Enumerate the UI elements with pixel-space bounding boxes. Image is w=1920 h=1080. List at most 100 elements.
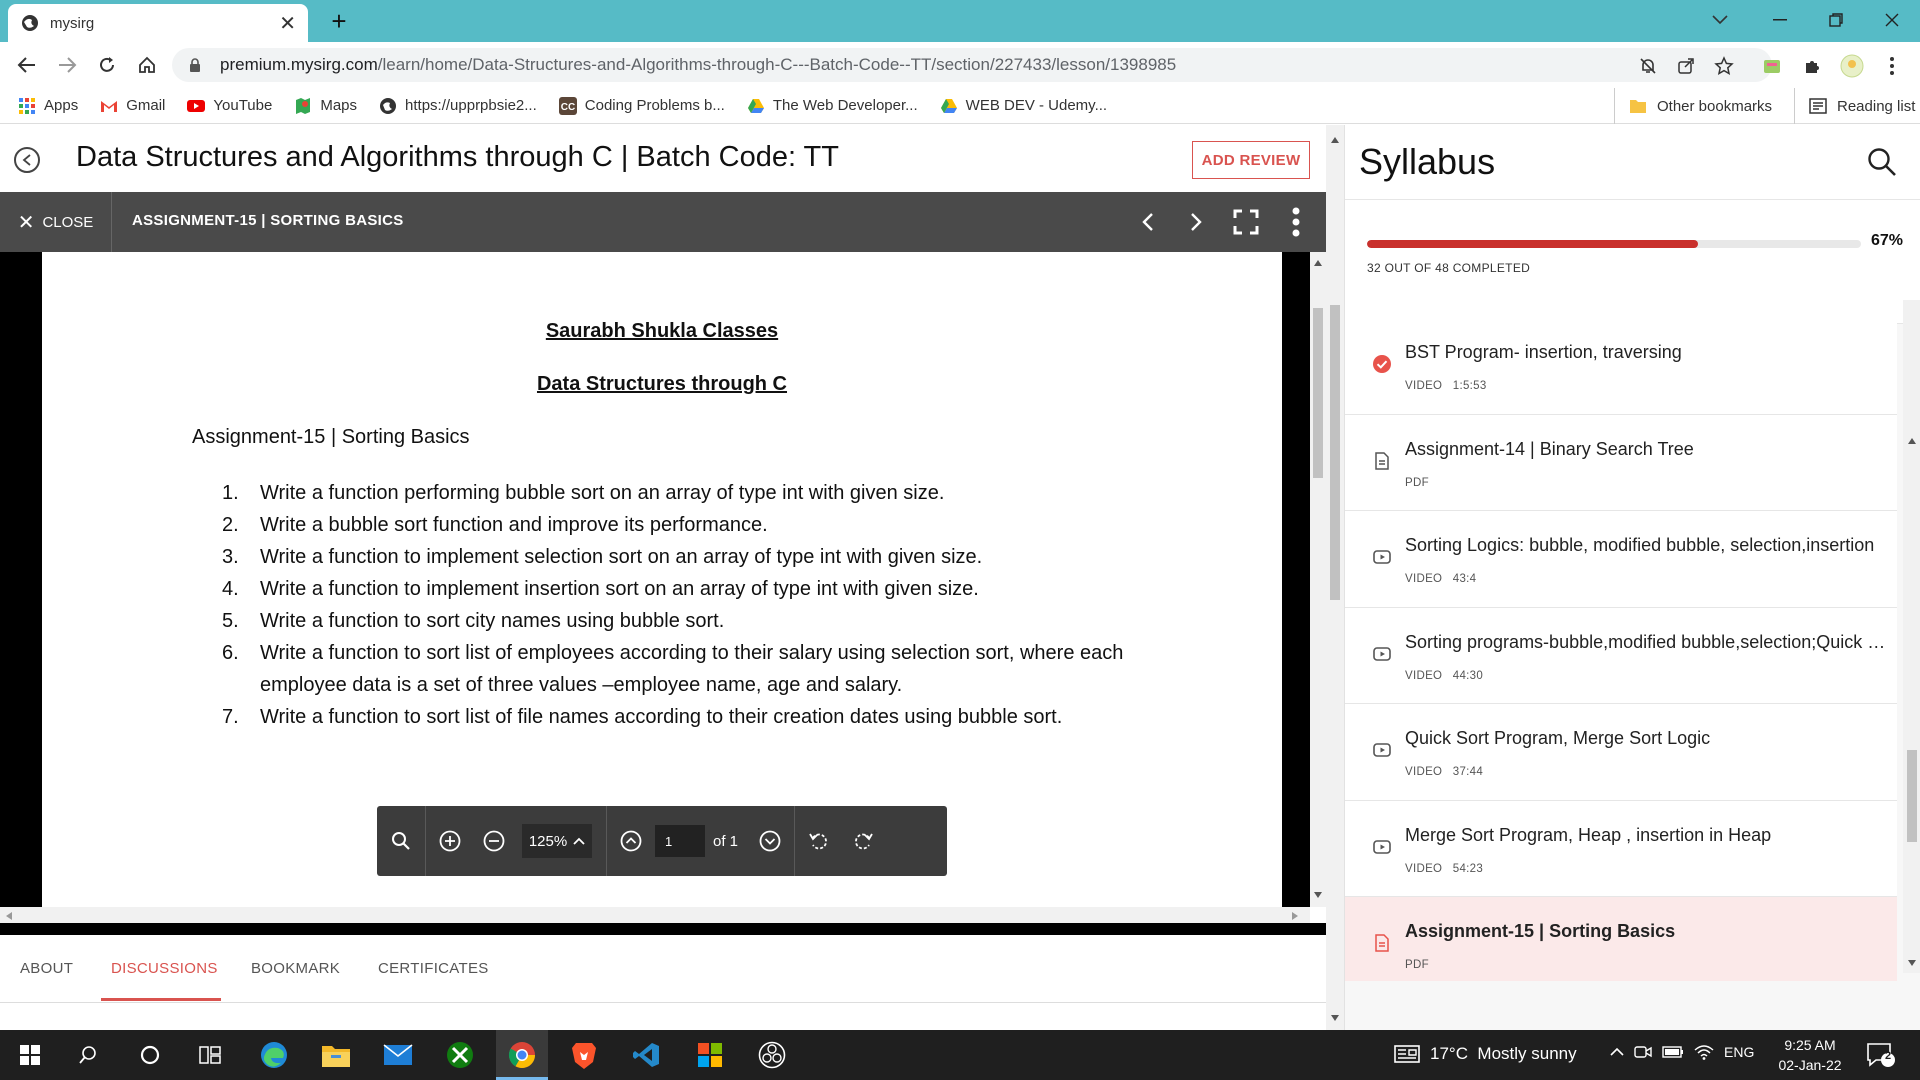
chrome-icon[interactable] <box>498 1037 546 1073</box>
taskbar-clock[interactable]: 9:25 AM 02-Jan-22 <box>1770 1035 1850 1075</box>
bookmark-star-icon[interactable] <box>1712 54 1736 78</box>
mail-icon[interactable] <box>374 1037 422 1073</box>
zoom-in-icon[interactable] <box>426 806 474 876</box>
new-tab-button[interactable]: + <box>322 4 356 38</box>
xbox-icon[interactable] <box>436 1037 484 1073</box>
forward-arrow-icon[interactable] <box>52 50 82 80</box>
lesson-name: ASSIGNMENT-15 | SORTING BASICS <box>132 212 404 229</box>
obs-studio-icon[interactable] <box>748 1037 796 1073</box>
zoom-level-select[interactable]: 125% <box>522 824 592 858</box>
address-bar[interactable]: premium.mysirg.com/learn/home/Data-Struc… <box>172 48 1772 82</box>
notification-center-icon[interactable]: 2 <box>1866 1042 1896 1068</box>
maps-icon <box>296 97 311 114</box>
notifications-blocked-icon[interactable] <box>1636 54 1660 78</box>
wifi-icon[interactable] <box>1694 1044 1714 1060</box>
lesson-item[interactable]: Assignment-14 | Binary Search Tree PDF <box>1345 414 1897 511</box>
tab-certificates[interactable]: CERTIFICATES <box>378 960 489 977</box>
task-view-icon[interactable] <box>186 1037 234 1073</box>
profile-avatar-icon[interactable] <box>1840 54 1864 78</box>
next-lesson-chevron-icon[interactable] <box>1180 206 1212 238</box>
pdf-vertical-scrollbar[interactable] <box>1310 252 1326 907</box>
gmail-icon <box>101 100 118 112</box>
lesson-item[interactable]: Sorting Logics: bubble, modified bubble,… <box>1345 511 1897 608</box>
drive-icon <box>940 98 957 113</box>
reading-list[interactable]: Reading list <box>1794 88 1915 124</box>
windows-start-icon[interactable] <box>6 1037 54 1073</box>
close-lesson-button[interactable]: ✕ CLOSE <box>0 192 112 252</box>
window-close-button[interactable] <box>1864 0 1920 40</box>
restore-button[interactable] <box>1808 0 1864 40</box>
input-language[interactable]: ENG <box>1724 1044 1754 1060</box>
pdf-controls: 125% of 1 <box>377 806 947 876</box>
back-chevron-icon[interactable] <box>14 147 40 173</box>
apps-grid-icon <box>19 97 35 114</box>
lesson-item[interactable]: BST Program- insertion, traversing VIDEO… <box>1345 318 1897 415</box>
syllabus-scrollbar-thumb[interactable] <box>1907 750 1917 842</box>
progress-count: 32 OUT OF 48 COMPLETED <box>1367 261 1531 275</box>
share-icon[interactable] <box>1674 54 1698 78</box>
zoom-out-icon[interactable] <box>474 806 514 876</box>
bookmark-gmail[interactable]: Gmail <box>100 97 165 115</box>
edge-browser-icon[interactable] <box>250 1037 298 1073</box>
lock-icon <box>190 58 200 72</box>
tab-discussions[interactable]: DISCUSSIONS <box>111 960 218 977</box>
question-item: 6. Write a function to sort list of emplo… <box>222 642 1124 696</box>
document-icon <box>1375 934 1389 952</box>
tab-about[interactable]: ABOUT <box>20 960 73 977</box>
taskbar-search-icon[interactable] <box>64 1037 112 1073</box>
bookmark-youtube[interactable]: YouTube <box>187 97 272 115</box>
show-hidden-icons-chevron[interactable] <box>1610 1047 1624 1057</box>
tab-search-chevron-icon[interactable] <box>1692 0 1748 40</box>
video-icon <box>1373 646 1391 661</box>
pdf-horizontal-scrollbar[interactable] <box>0 907 1310 923</box>
tab-bookmark[interactable]: BOOKMARK <box>251 960 340 977</box>
lesson-item[interactable]: Quick Sort Program, Merge Sort Logic VID… <box>1345 704 1897 801</box>
lesson-item-active[interactable]: Assignment-15 | Sorting Basics PDF <box>1345 897 1897 981</box>
add-review-button[interactable]: ADD REVIEW <box>1192 141 1310 179</box>
bookmark-maps[interactable]: Maps <box>294 97 357 115</box>
page-scrollbar-thumb[interactable] <box>1330 305 1340 600</box>
extensions-puzzle-icon[interactable] <box>1800 54 1824 78</box>
home-icon[interactable] <box>132 50 162 80</box>
browser-menu-icon[interactable] <box>1880 54 1904 78</box>
other-bookmarks[interactable]: Other bookmarks <box>1614 88 1772 124</box>
bookmark-apps[interactable]: Apps <box>18 97 78 115</box>
previous-page-icon[interactable] <box>607 806 655 876</box>
weather-widget[interactable]: 17°C Mostly sunny <box>1394 1044 1577 1064</box>
file-explorer-icon[interactable] <box>312 1037 360 1073</box>
lesson-item[interactable]: Sorting programs-bubble,modified bubble,… <box>1345 607 1897 704</box>
browser-tab[interactable]: mysirg ✕ <box>8 4 308 42</box>
bookmark-web-developer[interactable]: The Web Developer... <box>747 97 918 115</box>
lesson-item[interactable]: Merge Sort Program, Heap , insertion in … <box>1345 800 1897 897</box>
rotate-left-icon[interactable] <box>795 806 843 876</box>
search-icon[interactable] <box>1867 147 1897 177</box>
bookmark-upprpb[interactable]: https://upprpbsie2... <box>379 97 537 115</box>
vscode-icon[interactable] <box>622 1037 670 1073</box>
page-number-input[interactable] <box>655 825 705 857</box>
meet-now-icon[interactable] <box>1634 1044 1652 1060</box>
bookmark-web-dev-udemy[interactable]: WEB DEV - Udemy... <box>940 97 1107 115</box>
close-tab-icon[interactable]: ✕ <box>279 11 296 36</box>
pdf-search-icon[interactable] <box>377 806 425 876</box>
previous-lesson-chevron-icon[interactable] <box>1132 206 1164 238</box>
cortana-icon[interactable] <box>126 1037 174 1073</box>
question-item: 4. Write a function to implement insertio… <box>222 578 979 600</box>
back-arrow-icon[interactable] <box>12 50 42 80</box>
bookmark-coding-problems[interactable]: CC Coding Problems b... <box>558 96 725 115</box>
course-header: Data Structures and Algorithms through C… <box>0 125 1326 192</box>
microsoft-store-icon[interactable] <box>686 1037 734 1073</box>
reload-icon[interactable] <box>92 50 122 80</box>
more-options-icon[interactable] <box>1280 206 1312 238</box>
next-page-icon[interactable] <box>750 806 790 876</box>
minimize-button[interactable] <box>1752 0 1808 40</box>
battery-icon[interactable] <box>1662 1046 1684 1058</box>
brave-browser-icon[interactable] <box>560 1037 608 1073</box>
syllabus-scrollbar[interactable] <box>1903 300 1920 973</box>
fullscreen-icon[interactable] <box>1230 206 1262 238</box>
browser-tab-strip: mysirg ✕ + <box>0 0 1920 42</box>
doc-heading-assignment: Assignment-15 | Sorting Basics <box>192 426 470 448</box>
video-icon <box>1373 743 1391 757</box>
check-circle-icon <box>1373 355 1391 373</box>
extension-tag-icon[interactable] <box>1760 54 1784 78</box>
rotate-right-icon[interactable] <box>843 806 883 876</box>
